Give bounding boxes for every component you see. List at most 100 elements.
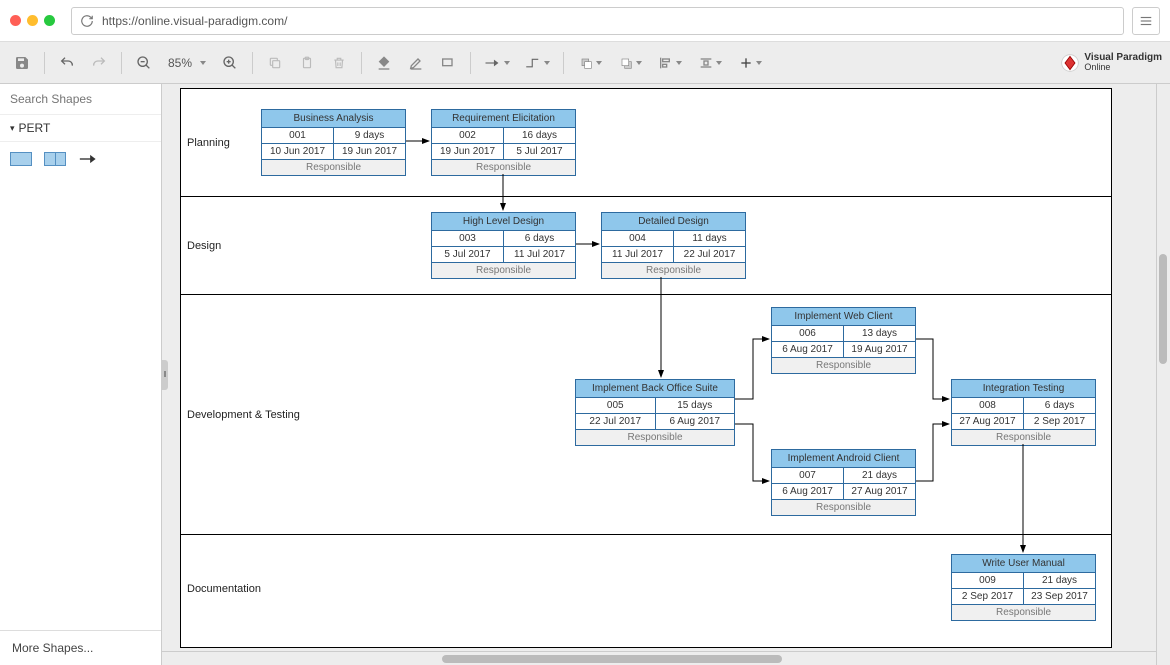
zoom-value: 85%: [168, 56, 192, 70]
task-title: Business Analysis: [262, 110, 405, 128]
brand-logo-icon: [1060, 53, 1080, 73]
task-end: 5 Jul 2017: [504, 144, 575, 160]
task-start: 2 Sep 2017: [952, 589, 1024, 605]
task-responsible: Responsible: [772, 500, 915, 515]
shadow-button[interactable]: [434, 49, 462, 77]
pert-task-shape[interactable]: [10, 152, 32, 166]
align-button[interactable]: [652, 49, 688, 77]
line-color-button[interactable]: [402, 49, 430, 77]
task-responsible: Responsible: [952, 605, 1095, 620]
task-end: 2 Sep 2017: [1024, 414, 1095, 430]
task-end: 19 Jun 2017: [334, 144, 405, 160]
canvas[interactable]: Planning Design Development & Testing Do…: [162, 84, 1156, 651]
paste-icon: [300, 56, 314, 70]
task-responsible: Responsible: [772, 358, 915, 373]
arrow-shape[interactable]: [78, 153, 100, 165]
task-start: 22 Jul 2017: [576, 414, 656, 430]
task-end: 11 Jul 2017: [504, 247, 575, 263]
maximize-window-icon[interactable]: [44, 15, 55, 26]
task-duration: 6 days: [504, 231, 575, 247]
vertical-scrollbar[interactable]: [1156, 84, 1170, 665]
undo-icon: [59, 55, 75, 71]
connector-style-button[interactable]: [479, 49, 515, 77]
to-front-button[interactable]: [572, 49, 608, 77]
zoom-out-icon: [136, 55, 152, 71]
pencil-icon: [408, 55, 424, 71]
search-shapes[interactable]: [0, 84, 161, 115]
save-button[interactable]: [8, 49, 36, 77]
paste-button[interactable]: [293, 49, 321, 77]
zoom-out-button[interactable]: [130, 49, 158, 77]
pert-task-split-shape[interactable]: [44, 152, 66, 166]
elbow-icon: [524, 56, 542, 70]
task-high-level-design[interactable]: High Level Design 0036 days 5 Jul 201711…: [431, 212, 576, 279]
task-id: 005: [576, 398, 656, 414]
browser-chrome: https://online.visual-paradigm.com/: [0, 0, 1170, 42]
task-title: High Level Design: [432, 213, 575, 231]
task-implement-back-office[interactable]: Implement Back Office Suite 00515 days 2…: [575, 379, 735, 446]
fill-color-button[interactable]: [370, 49, 398, 77]
task-id: 008: [952, 398, 1024, 414]
task-id: 001: [262, 128, 334, 144]
task-integration-testing[interactable]: Integration Testing 0086 days 27 Aug 201…: [951, 379, 1096, 446]
reload-icon[interactable]: [80, 14, 94, 28]
section-label: PERT: [19, 121, 51, 135]
task-title: Detailed Design: [602, 213, 745, 231]
canvas-area: ‖ Planning Design Development & Testing …: [162, 84, 1156, 665]
task-responsible: Responsible: [576, 430, 734, 445]
delete-button[interactable]: [325, 49, 353, 77]
save-icon: [14, 55, 30, 71]
to-back-button[interactable]: [612, 49, 648, 77]
zoom-in-button[interactable]: [216, 49, 244, 77]
task-implement-web-client[interactable]: Implement Web Client 00613 days 6 Aug 20…: [771, 307, 916, 374]
task-start: 19 Jun 2017: [432, 144, 504, 160]
separator: [44, 52, 45, 74]
shape-palette: [0, 142, 161, 176]
minimize-window-icon[interactable]: [27, 15, 38, 26]
task-duration: 21 days: [1024, 573, 1095, 589]
redo-button[interactable]: [85, 49, 113, 77]
browser-menu-button[interactable]: [1132, 7, 1160, 35]
search-input[interactable]: [10, 92, 165, 106]
add-button[interactable]: [732, 49, 768, 77]
horizontal-scroll-thumb[interactable]: [442, 655, 782, 663]
separator: [121, 52, 122, 74]
task-duration: 11 days: [674, 231, 745, 247]
copy-button[interactable]: [261, 49, 289, 77]
task-business-analysis[interactable]: Business Analysis 0019 days 10 Jun 20171…: [261, 109, 406, 176]
task-detailed-design[interactable]: Detailed Design 00411 days 11 Jul 201722…: [601, 212, 746, 279]
task-responsible: Responsible: [602, 263, 745, 278]
task-requirement-elicitation[interactable]: Requirement Elicitation 00216 days 19 Ju…: [431, 109, 576, 176]
task-implement-android-client[interactable]: Implement Android Client 00721 days 6 Au…: [771, 449, 916, 516]
task-start: 6 Aug 2017: [772, 484, 844, 500]
trash-icon: [332, 56, 346, 70]
task-responsible: Responsible: [952, 430, 1095, 445]
zoom-level[interactable]: 85%: [162, 49, 212, 77]
task-end: 22 Jul 2017: [674, 247, 745, 263]
window-traffic-lights: [10, 15, 55, 26]
fill-icon: [376, 55, 392, 71]
brand-bottom: Online: [1084, 63, 1162, 72]
task-start: 11 Jul 2017: [602, 247, 674, 263]
url-text: https://online.visual-paradigm.com/: [102, 14, 287, 28]
waypoint-style-button[interactable]: [519, 49, 555, 77]
distribute-button[interactable]: [692, 49, 728, 77]
more-shapes-button[interactable]: More Shapes...: [0, 630, 161, 665]
rectangle-icon: [440, 55, 456, 71]
plus-icon: [738, 55, 754, 71]
sidebar-section-pert[interactable]: ▾ PERT: [0, 115, 161, 142]
menu-icon: [1139, 14, 1153, 28]
vertical-scroll-thumb[interactable]: [1159, 254, 1167, 364]
arrow-icon: [484, 58, 502, 68]
horizontal-scrollbar[interactable]: [162, 651, 1156, 665]
task-responsible: Responsible: [432, 160, 575, 175]
url-bar[interactable]: https://online.visual-paradigm.com/: [71, 7, 1124, 35]
task-start: 10 Jun 2017: [262, 144, 334, 160]
close-window-icon[interactable]: [10, 15, 21, 26]
undo-button[interactable]: [53, 49, 81, 77]
align-icon: [658, 55, 674, 71]
lane-label: Planning: [187, 137, 230, 149]
task-id: 007: [772, 468, 844, 484]
task-write-user-manual[interactable]: Write User Manual 00921 days 2 Sep 20172…: [951, 554, 1096, 621]
diagram-paper[interactable]: Planning Design Development & Testing Do…: [180, 88, 1112, 648]
